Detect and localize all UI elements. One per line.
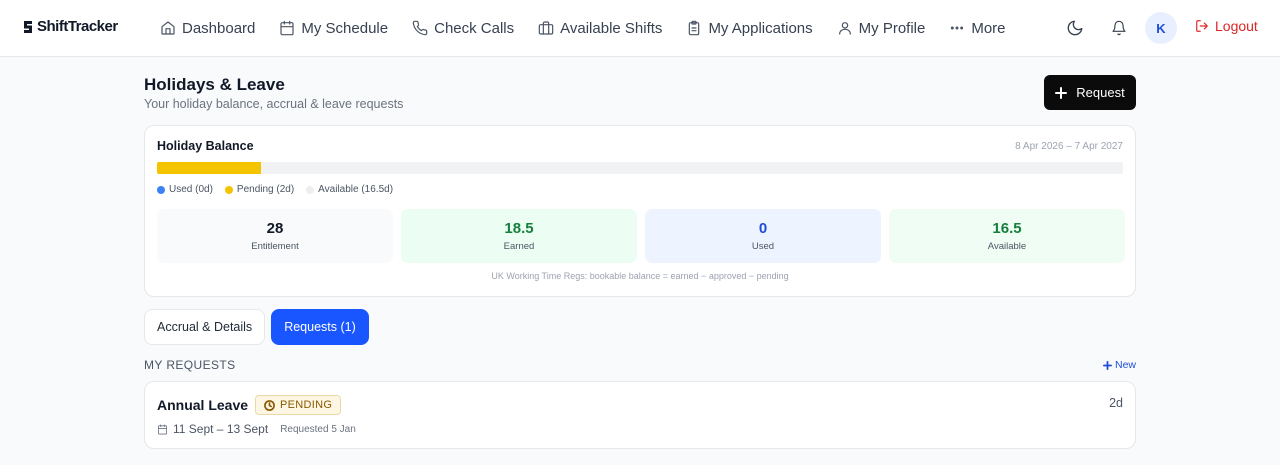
home-icon: [161, 21, 175, 35]
new-link-label: New: [1114, 359, 1136, 371]
plus-icon: [1102, 360, 1112, 370]
legend-used: Used (0d): [157, 184, 213, 195]
legend-available: Available (16.5d): [306, 184, 393, 195]
balance-stats: 28 Entitlement 18.5 Earned 0 Used 16.5 A…: [157, 209, 1125, 263]
status-label: PENDING: [280, 399, 333, 411]
new-request-button[interactable]: Request: [1044, 75, 1136, 110]
stat-value: 28: [266, 220, 284, 237]
nav-label: Available Shifts: [560, 19, 663, 37]
legend-dot-pending: [224, 185, 233, 194]
stat-available: 16.5 Available: [889, 209, 1125, 263]
calendar-icon: [280, 20, 294, 36]
briefcase-icon: [538, 21, 554, 35]
legend-pending: Pending (2d): [224, 184, 295, 195]
top-navigation-bar: ShiftTracker Dashboard My Schedule Check…: [0, 0, 1280, 57]
working-time-regs-note: UK Working Time Regs: bookable balance =…: [491, 271, 789, 281]
legend-dot-available: [306, 185, 315, 194]
logout-label: Logout: [1215, 18, 1258, 34]
request-dates: 11 Sept – 13 Sept: [173, 422, 269, 436]
stat-value: 0: [758, 220, 768, 237]
logout-button[interactable]: Logout: [1195, 18, 1258, 34]
nav-label: My Schedule: [301, 19, 389, 37]
stat-used: 0 Used: [645, 209, 881, 263]
brand-logo[interactable]: ShiftTracker: [22, 18, 118, 35]
nav-item-check-calls[interactable]: Check Calls: [412, 17, 514, 39]
phone-icon: [412, 20, 428, 36]
nav-label: Dashboard: [182, 19, 256, 37]
calendar-icon: [157, 424, 168, 434]
logo-icon: [24, 20, 32, 33]
clock-icon: [264, 399, 275, 411]
clipboard-icon: [689, 20, 700, 36]
nav-item-available-shifts[interactable]: Available Shifts: [538, 17, 662, 39]
balance-legend: Used (0d) Pending (2d) Available (16.5d): [157, 184, 393, 195]
nav-label: Check Calls: [434, 19, 515, 37]
holiday-balance-card: Holiday Balance 8 Apr 2026 – 7 Apr 2027 …: [144, 125, 1136, 297]
legend-label: Pending (2d): [236, 184, 295, 195]
request-days: 2d: [1109, 396, 1123, 410]
stat-label: Entitlement: [251, 241, 299, 252]
pending-bar-segment: [157, 162, 261, 174]
leave-request-item[interactable]: Annual Leave PENDING 2d 11 Sept – 13 Sep…: [144, 381, 1136, 449]
requested-date: Requested 5 Jan: [280, 423, 356, 435]
stat-label: Available: [987, 241, 1027, 252]
theme-toggle-button[interactable]: [1066, 19, 1084, 37]
moon-icon: [1067, 20, 1083, 36]
stat-value: 16.5: [992, 220, 1022, 237]
nav-item-my-profile[interactable]: My Profile: [837, 17, 926, 39]
nav-item-dashboard[interactable]: Dashboard: [160, 17, 255, 39]
tab-accrual-details[interactable]: Accrual & Details: [144, 309, 266, 345]
tab-requests[interactable]: Requests (1): [271, 309, 369, 345]
stat-value: 18.5: [504, 220, 534, 237]
stat-earned: 18.5 Earned: [401, 209, 637, 263]
leave-tabs: Accrual & Details Requests (1): [144, 309, 369, 345]
request-type: Annual Leave: [157, 397, 249, 413]
legend-dot-used: [157, 185, 165, 194]
balance-title: Holiday Balance: [157, 139, 254, 153]
notifications-button[interactable]: [1111, 19, 1127, 37]
new-request-link[interactable]: New: [1102, 359, 1136, 371]
request-button-label: Request: [1076, 85, 1125, 100]
user-icon: [838, 22, 851, 35]
request-dates-row: 11 Sept – 13 Sept Requested 5 Jan: [157, 422, 356, 436]
page-title: Holidays & Leave: [144, 75, 285, 94]
nav-item-more[interactable]: More: [949, 17, 1006, 39]
brand-name: ShiftTracker: [37, 18, 118, 35]
stat-label: Used: [751, 241, 775, 252]
nav-label: My Applications: [708, 19, 813, 37]
stat-entitlement: 28 Entitlement: [157, 209, 393, 263]
legend-label: Available (16.5d): [318, 184, 394, 195]
ellipsis-icon: [951, 26, 964, 30]
logout-icon: [1196, 20, 1208, 32]
main-nav: Dashboard My Schedule Check Calls Availa…: [160, 17, 1006, 39]
nav-label: My Profile: [858, 19, 926, 37]
balance-progress-bar: [157, 162, 1123, 174]
legend-label: Used (0d): [169, 184, 213, 195]
my-requests-heading: MY REQUESTS: [144, 358, 236, 372]
nav-item-my-applications[interactable]: My Applications: [686, 17, 813, 39]
user-avatar[interactable]: K: [1145, 12, 1177, 44]
bell-icon: [1112, 20, 1126, 36]
nav-label: More: [971, 19, 1006, 37]
nav-item-my-schedule[interactable]: My Schedule: [279, 17, 388, 39]
status-badge: PENDING: [255, 395, 342, 415]
balance-period: 8 Apr 2026 – 7 Apr 2027: [1015, 141, 1123, 152]
page-subtitle: Your holiday balance, accrual & leave re…: [144, 97, 404, 111]
stat-label: Earned: [503, 241, 535, 252]
plus-icon: [1055, 86, 1068, 99]
